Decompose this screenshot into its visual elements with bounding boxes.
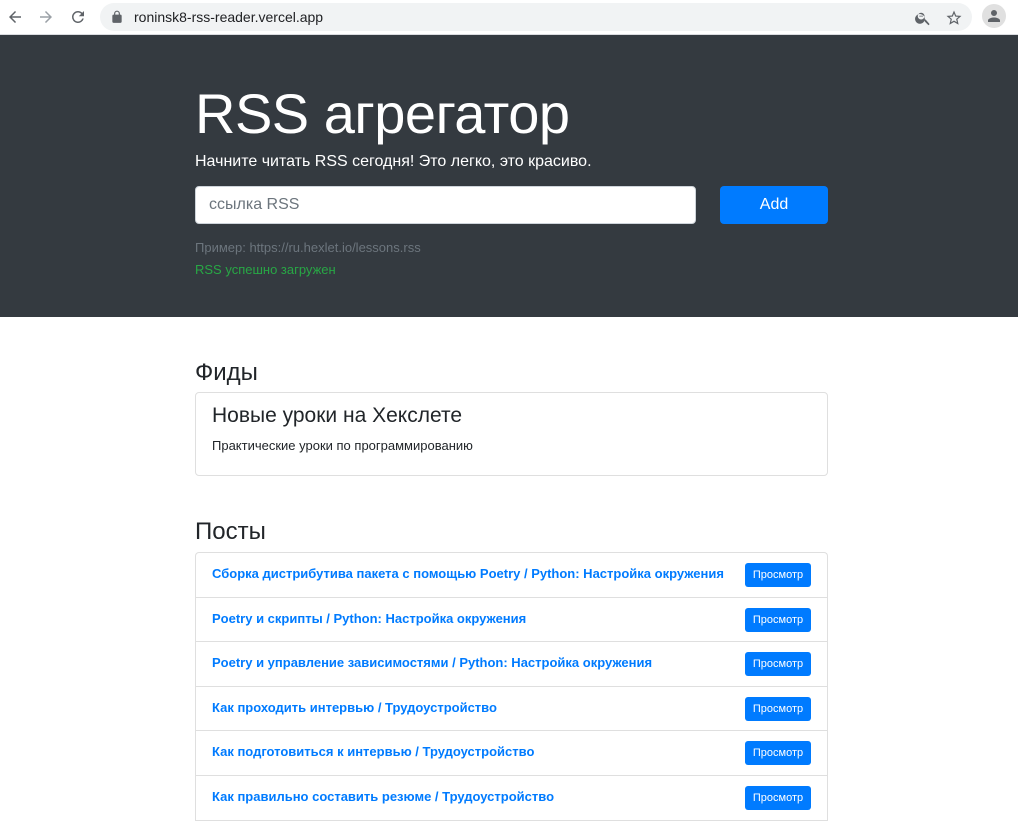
post-item: Как проходить интервью / Трудоустройство… bbox=[196, 687, 827, 732]
view-button[interactable]: Просмотр bbox=[745, 607, 811, 632]
forward-icon[interactable] bbox=[35, 6, 57, 28]
post-item: Как правильно составить резюме / Трудоус… bbox=[196, 776, 827, 821]
add-button[interactable]: Add bbox=[720, 186, 828, 224]
hero-section: RSS агрегатор Начните читать RSS сегодня… bbox=[0, 35, 1018, 317]
posts-list: Сборка дистрибутива пакета с помощью Poe… bbox=[195, 552, 828, 821]
post-item: Poetry и скрипты / Python: Настройка окр… bbox=[196, 598, 827, 643]
post-link[interactable]: Как проходить интервью / Трудоустройство bbox=[212, 700, 497, 715]
view-button[interactable]: Просмотр bbox=[745, 652, 811, 677]
rss-url-input[interactable] bbox=[195, 186, 696, 224]
example-hint: Пример: https://ru.hexlet.io/lessons.rss bbox=[195, 240, 421, 255]
post-link[interactable]: Poetry и скрипты / Python: Настройка окр… bbox=[212, 611, 526, 626]
post-link[interactable]: Сборка дистрибутива пакета с помощью Poe… bbox=[212, 566, 724, 581]
feed-item: Новые уроки на Хекслете Практические уро… bbox=[195, 392, 828, 476]
star-icon[interactable] bbox=[945, 9, 963, 27]
post-item: Сборка дистрибутива пакета с помощью Poe… bbox=[196, 553, 827, 598]
feedback-message: RSS успешно загружен bbox=[195, 262, 336, 277]
view-button[interactable]: Просмотр bbox=[745, 741, 811, 766]
post-link[interactable]: Как подготовиться к интервью / Трудоустр… bbox=[212, 744, 534, 759]
url-text[interactable]: roninsk8-rss-reader.vercel.app bbox=[134, 9, 323, 25]
feed-description: Практические уроки по программированию bbox=[212, 438, 473, 453]
profile-icon[interactable] bbox=[982, 4, 1006, 28]
reload-icon[interactable] bbox=[67, 6, 89, 28]
page-title: RSS агрегатор bbox=[195, 82, 570, 145]
back-icon[interactable] bbox=[4, 6, 26, 28]
hero-lead: Начните читать RSS сегодня! Это легко, э… bbox=[195, 153, 592, 170]
view-button[interactable]: Просмотр bbox=[745, 563, 811, 587]
feeds-title: Фиды bbox=[195, 359, 258, 386]
post-item: Как подготовиться к интервью / Трудоустр… bbox=[196, 731, 827, 776]
post-link[interactable]: Как правильно составить резюме / Трудоус… bbox=[212, 789, 554, 804]
browser-toolbar: roninsk8-rss-reader.vercel.app bbox=[0, 0, 1018, 35]
zoom-icon[interactable] bbox=[914, 9, 932, 27]
post-item: Poetry и управление зависимостями / Pyth… bbox=[196, 642, 827, 687]
view-button[interactable]: Просмотр bbox=[745, 785, 811, 810]
address-bar[interactable]: roninsk8-rss-reader.vercel.app bbox=[100, 3, 972, 31]
posts-title: Посты bbox=[195, 518, 266, 545]
lock-icon[interactable] bbox=[110, 10, 124, 24]
post-link[interactable]: Poetry и управление зависимостями / Pyth… bbox=[212, 655, 652, 670]
feed-title: Новые уроки на Хекслете bbox=[212, 404, 463, 427]
view-button[interactable]: Просмотр bbox=[745, 696, 811, 721]
